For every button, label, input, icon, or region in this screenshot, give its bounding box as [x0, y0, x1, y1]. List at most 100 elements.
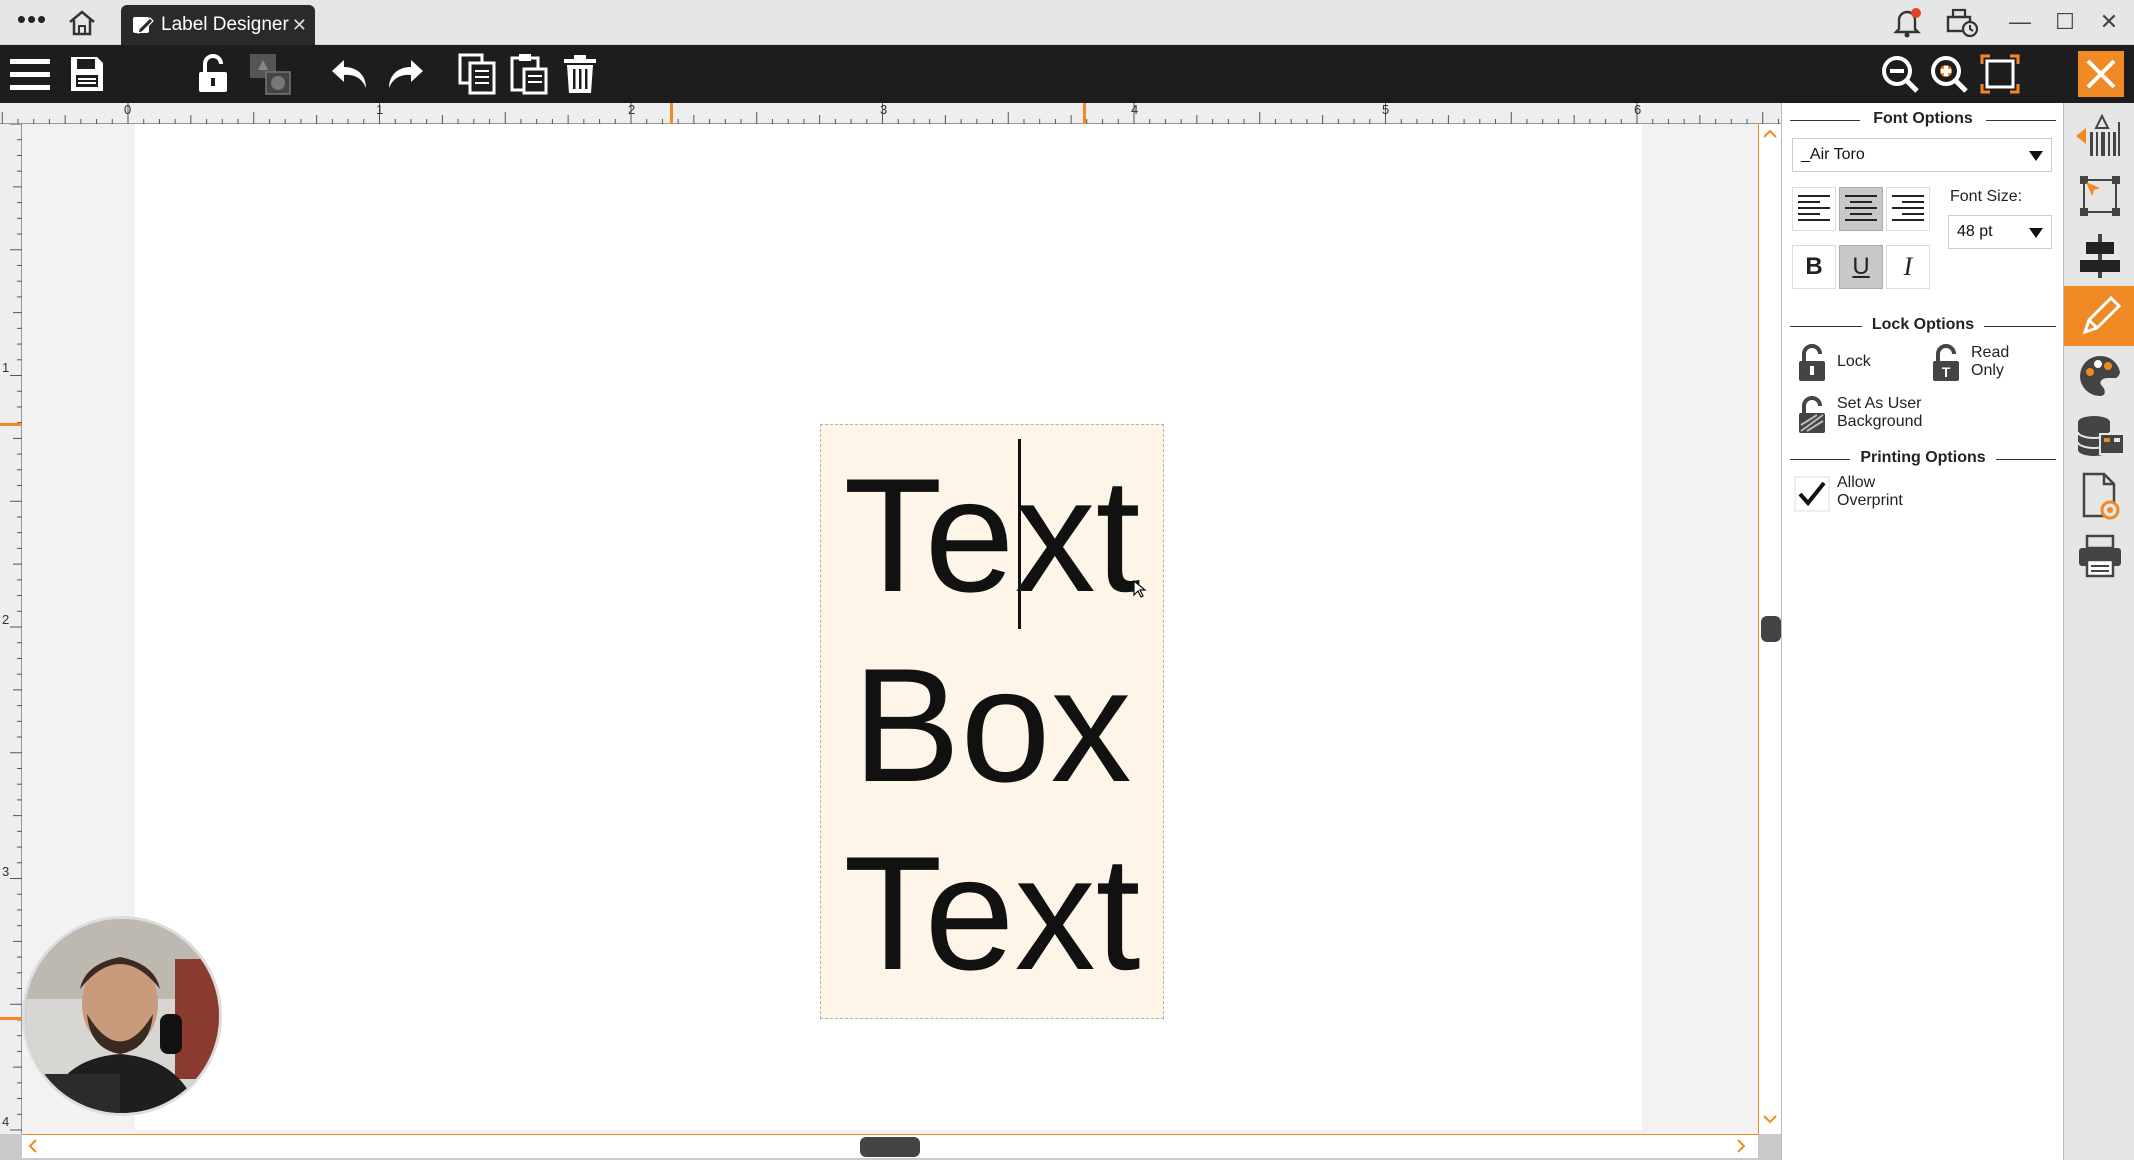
layer-icon[interactable]	[248, 52, 292, 96]
horizontal-ruler: 0 1 2 3 4 5 6	[0, 102, 1781, 124]
lock-options-title: Lock Options	[1790, 316, 2056, 336]
delete-icon[interactable]	[558, 52, 602, 96]
selection-marker-top	[0, 423, 22, 426]
ruler-number: 3	[880, 102, 888, 117]
allow-overprint-label[interactable]: Allow Overprint	[1837, 474, 1903, 510]
ruler-ticks	[1, 103, 1779, 124]
text-line[interactable]: Text	[821, 833, 1163, 995]
vertical-ruler: 1 2 3 4	[0, 124, 22, 1134]
ruler-number: 1	[376, 102, 384, 117]
tab-label: Label Designer	[161, 14, 289, 35]
scroll-up-arrow[interactable]	[1762, 126, 1778, 142]
underline-button[interactable]: U	[1839, 245, 1883, 289]
vertical-scroll-thumb[interactable]	[1761, 616, 1781, 642]
lock-label[interactable]: Lock	[1837, 353, 1871, 371]
label-designer-app: ••• Label Designer ✕ — ☐ ✕ 0 1 2 3 4 5 6…	[0, 0, 2134, 1160]
fit-page-icon[interactable]	[1978, 52, 2022, 96]
align-right-button[interactable]	[1886, 187, 1930, 231]
align-icon[interactable]	[2064, 226, 2134, 286]
align-center-button[interactable]	[1839, 187, 1883, 231]
title-bar: ••• Label Designer ✕ — ☐ ✕	[0, 0, 2134, 45]
ruler-number: 2	[628, 102, 636, 117]
align-center-icon	[1845, 195, 1877, 221]
ruler-number: 4	[1131, 102, 1139, 117]
italic-button[interactable]: I	[1886, 245, 1930, 289]
chevron-down-icon	[2029, 228, 2043, 238]
webcam-overlay	[22, 916, 222, 1116]
selection-marker-right	[1083, 103, 1086, 124]
scroll-right-arrow[interactable]	[1732, 1137, 1750, 1155]
user-background-label[interactable]: Set As User Background	[1837, 395, 1922, 431]
more-menu-icon[interactable]: •••	[12, 6, 52, 38]
ruler-number: 2	[2, 612, 10, 627]
bold-button[interactable]: B	[1792, 245, 1836, 289]
printer-status-icon[interactable]	[1944, 5, 1980, 39]
menu-icon[interactable]	[8, 52, 52, 96]
align-left-icon	[1798, 195, 1830, 221]
user-background-label-line: Background	[1837, 413, 1923, 430]
print-icon[interactable]	[2064, 526, 2134, 586]
paste-icon[interactable]	[507, 52, 551, 96]
redo-icon[interactable]	[383, 52, 427, 96]
font-options-title: Font Options	[1790, 110, 2056, 130]
read-only-label[interactable]: Read Only	[1971, 344, 2009, 380]
overprint-label-line: Allow	[1837, 474, 1876, 491]
notification-bell-icon[interactable]	[1890, 5, 1924, 39]
palette-icon[interactable]	[2064, 346, 2134, 406]
overprint-label-line: Overprint	[1837, 492, 1903, 509]
text-box-object[interactable]: Text Box Text	[820, 424, 1164, 1019]
zoom-in-icon[interactable]	[1927, 52, 1971, 96]
maximize-button[interactable]: ☐	[2050, 7, 2080, 37]
unlock-icon[interactable]	[191, 52, 235, 96]
text-line[interactable]: Box	[821, 645, 1163, 807]
design-canvas[interactable]: Text Box Text	[22, 124, 1758, 1134]
align-left-button[interactable]	[1792, 187, 1836, 231]
shape-select-icon[interactable]	[2064, 166, 2134, 226]
home-icon[interactable]	[66, 8, 98, 38]
scroll-left-arrow[interactable]	[24, 1137, 42, 1155]
zoom-out-icon[interactable]	[1878, 52, 1922, 96]
ruler-number: 6	[1634, 102, 1642, 117]
database-icon[interactable]	[2064, 406, 2134, 466]
edit-doc-icon	[131, 14, 155, 36]
ruler-ticks	[10, 124, 22, 1131]
read-only-icon[interactable]: T	[1926, 341, 1966, 385]
page-settings-icon[interactable]	[2064, 466, 2134, 526]
minimize-button[interactable]: —	[2005, 7, 2035, 37]
tab-label-designer[interactable]: Label Designer ✕	[121, 5, 315, 45]
align-right-icon	[1892, 195, 1924, 221]
label-page[interactable]: Text Box Text	[135, 124, 1642, 1130]
tool-sidebar	[2063, 103, 2134, 1160]
window-close-button[interactable]: ✕	[2094, 7, 2124, 37]
properties-panel: Font Options _Air Toro Font Size: 48 pt …	[1781, 103, 2063, 1160]
vertical-scrollbar[interactable]	[1758, 124, 1781, 1134]
ruler-number: 5	[1382, 102, 1390, 117]
ruler-number: 0	[124, 102, 132, 117]
font-size-label: Font Size:	[1950, 188, 2023, 205]
lock-icon[interactable]	[1792, 341, 1832, 385]
undo-icon[interactable]	[328, 52, 372, 96]
save-icon[interactable]	[65, 52, 109, 96]
read-only-label-line: Read	[1971, 344, 2010, 361]
ruler-number: 1	[2, 360, 10, 375]
copy-icon[interactable]	[456, 52, 500, 96]
close-designer-button[interactable]	[2078, 51, 2124, 97]
horizontal-scroll-thumb[interactable]	[860, 1137, 920, 1157]
allow-overprint-checkbox[interactable]	[1792, 472, 1832, 516]
main-toolbar	[0, 45, 2134, 103]
user-background-icon[interactable]	[1792, 393, 1832, 437]
tab-close-icon[interactable]: ✕	[292, 14, 307, 36]
text-caret	[1018, 439, 1021, 629]
font-size-select[interactable]: 48 pt	[1948, 215, 2052, 249]
text-line[interactable]: Text	[821, 455, 1163, 617]
scroll-down-arrow[interactable]	[1762, 1111, 1778, 1127]
font-size-value: 48 pt	[1957, 223, 1993, 240]
svg-text:T: T	[1942, 364, 1951, 380]
font-family-select[interactable]: _Air Toro	[1792, 138, 2052, 172]
ruler-number: 3	[2, 864, 10, 879]
mouse-cursor-icon	[1133, 579, 1147, 598]
barcode-icon[interactable]	[2064, 106, 2134, 166]
text-edit-icon[interactable]	[2064, 286, 2134, 346]
horizontal-scrollbar[interactable]	[22, 1134, 1758, 1158]
chevron-down-icon	[2029, 151, 2043, 161]
